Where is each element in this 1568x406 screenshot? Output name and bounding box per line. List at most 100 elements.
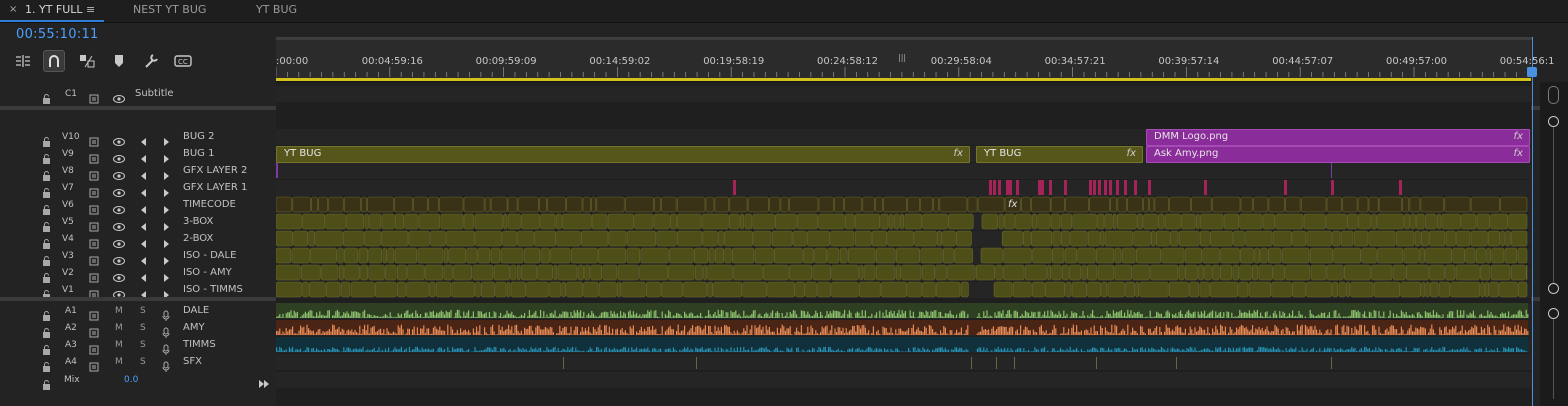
track-header-v8: V8 GFX LAYER 2 xyxy=(0,163,274,181)
linked-selection-button[interactable] xyxy=(76,50,98,72)
audio-scrollbar-track[interactable] xyxy=(1553,319,1554,399)
zoom-handle-icon[interactable]: ||| xyxy=(898,53,906,62)
track-name[interactable]: ISO - DALE xyxy=(183,250,236,261)
fx-badge: fx xyxy=(1513,148,1523,159)
track-id: V10 xyxy=(62,132,80,142)
track-name[interactable]: AMY xyxy=(183,322,205,333)
track-id: V3 xyxy=(62,251,74,261)
tab-label: NEST YT BUG xyxy=(133,3,207,16)
mute-button[interactable]: M xyxy=(115,323,123,333)
track-id: V5 xyxy=(62,217,74,227)
track-name[interactable]: TIMMS xyxy=(183,339,216,350)
clip-label: Ask Amy.png xyxy=(1154,148,1219,159)
caption-scrollbar[interactable] xyxy=(1548,86,1559,104)
track-header-v9: V9 BUG 1 xyxy=(0,146,274,164)
track-id: A3 xyxy=(65,340,77,350)
captions-icon: CC xyxy=(174,55,192,67)
track-name[interactable]: SFX xyxy=(183,356,202,367)
add-marker-button[interactable] xyxy=(108,50,130,72)
track-id: V8 xyxy=(62,166,74,176)
video-scroll-top-handle[interactable] xyxy=(1548,116,1559,127)
track-header-v10: V10 BUG 2 xyxy=(0,129,274,147)
tab-nest-yt-bug[interactable]: NEST YT BUG xyxy=(133,0,206,22)
zoom-scroll-bar[interactable] xyxy=(276,37,1532,40)
solo-button[interactable]: S xyxy=(140,340,146,350)
track-header-a1: A1 M S DALE xyxy=(0,303,274,321)
playhead-handle[interactable] xyxy=(1527,67,1537,77)
track-name[interactable]: BUG 1 xyxy=(183,148,214,159)
mute-button[interactable]: M xyxy=(115,306,123,316)
fx-badge: fx xyxy=(953,148,963,159)
track-id: V4 xyxy=(62,234,74,244)
lock-icon[interactable] xyxy=(42,375,51,394)
previous-keyframe-icon[interactable] xyxy=(140,285,147,304)
tab-label: YT BUG xyxy=(256,3,298,16)
playhead-line[interactable] xyxy=(1532,37,1533,406)
track-header-a4: A4 M S SFX xyxy=(0,354,274,372)
close-tab-icon[interactable]: × xyxy=(9,4,17,15)
solo-button[interactable]: S xyxy=(140,323,146,333)
track-id: C1 xyxy=(65,89,78,99)
tab-yt-bug[interactable]: YT BUG xyxy=(256,0,297,22)
track-name[interactable]: TIMECODE xyxy=(183,199,236,210)
track-name[interactable]: GFX LAYER 1 xyxy=(183,182,247,193)
track-name[interactable]: BUG 2 xyxy=(183,131,214,142)
clip-dmm-logo[interactable]: DMM Logo.png fx xyxy=(1146,129,1530,146)
track-header-v7: V7 GFX LAYER 1 xyxy=(0,180,274,198)
mix-value[interactable]: 0.0 xyxy=(124,375,138,385)
clip-label: YT BUG xyxy=(984,148,1022,159)
tab-yt-full[interactable]: 1. YT FULL xyxy=(25,0,83,22)
track-name[interactable]: ISO - AMY xyxy=(183,267,232,278)
fx-badge: fx xyxy=(1126,148,1136,159)
clip-yt-bug-1[interactable]: YT BUG fx xyxy=(276,146,970,163)
track-name[interactable]: Subtitle xyxy=(135,88,174,99)
track-header-v2: V2 ISO - AMY xyxy=(0,265,274,283)
track-name[interactable]: ISO - TIMMS xyxy=(183,284,243,295)
video-scrollbar-track[interactable] xyxy=(1553,127,1554,283)
mute-button[interactable]: M xyxy=(115,357,123,367)
audio-scroll-top-handle[interactable] xyxy=(1548,308,1559,319)
track-header-c1: C1 Subtitle xyxy=(0,86,274,104)
track-name[interactable]: 2-BOX xyxy=(183,233,213,244)
wrench-settings-icon xyxy=(145,54,158,68)
sequence-tab-bar: × 1. YT FULL ≡ NEST YT BUG YT BUG xyxy=(0,0,1568,23)
track-name[interactable]: GFX LAYER 2 xyxy=(183,165,247,176)
solo-button[interactable]: S xyxy=(140,306,146,316)
clip-yt-bug-2[interactable]: YT BUG fx xyxy=(976,146,1143,163)
track-header-v3: V3 ISO - DALE xyxy=(0,248,274,266)
timeline-settings-button[interactable] xyxy=(140,50,162,72)
mute-button[interactable]: M xyxy=(115,340,123,350)
add-marker-icon xyxy=(115,55,123,67)
clip-label: DMM Logo.png xyxy=(1154,131,1229,142)
active-tab-indicator xyxy=(0,20,104,22)
snap-button[interactable] xyxy=(43,50,65,72)
sync-lock-icon[interactable] xyxy=(89,285,100,304)
mix-label: Mix xyxy=(64,375,80,385)
tab-menu-icon[interactable]: ≡ xyxy=(86,3,95,16)
render-bar xyxy=(276,78,1531,81)
insert-overwrite-button[interactable] xyxy=(12,50,34,72)
track-header-v6: V6 TIMECODE xyxy=(0,197,274,215)
playhead-timecode[interactable]: 00:55:10:11 xyxy=(16,27,99,42)
video-scroll-bottom-handle[interactable] xyxy=(1548,283,1559,294)
eye-icon[interactable] xyxy=(113,285,125,304)
captions-button[interactable]: CC xyxy=(172,50,194,72)
timeline-track-area[interactable]: DMM Logo.png fx YT BUG fx YT BUG fx Ask … xyxy=(276,82,1531,406)
go-to-end-icon[interactable] xyxy=(258,374,270,393)
track-name[interactable]: 3-BOX xyxy=(183,216,213,227)
clip-label: YT BUG xyxy=(284,148,322,159)
track-header-a3: A3 M S TIMMS xyxy=(0,337,274,355)
lock-icon[interactable] xyxy=(42,285,51,304)
tab-label: 1. YT FULL xyxy=(25,3,83,16)
clip-ask-amy[interactable]: Ask Amy.png fx xyxy=(1146,146,1530,163)
track-id: V2 xyxy=(62,268,74,278)
insert-overwrite-icon xyxy=(16,55,30,67)
linked-selection-icon xyxy=(80,55,95,68)
fx-badge-timecode: fx xyxy=(1008,199,1018,210)
track-name[interactable]: DALE xyxy=(183,305,209,316)
track-id: A1 xyxy=(65,306,77,316)
track-header-a2: A2 M S AMY xyxy=(0,320,274,338)
vertical-scroll-area[interactable] xyxy=(1540,82,1568,406)
solo-button[interactable]: S xyxy=(140,357,146,367)
next-keyframe-icon[interactable] xyxy=(163,285,170,304)
